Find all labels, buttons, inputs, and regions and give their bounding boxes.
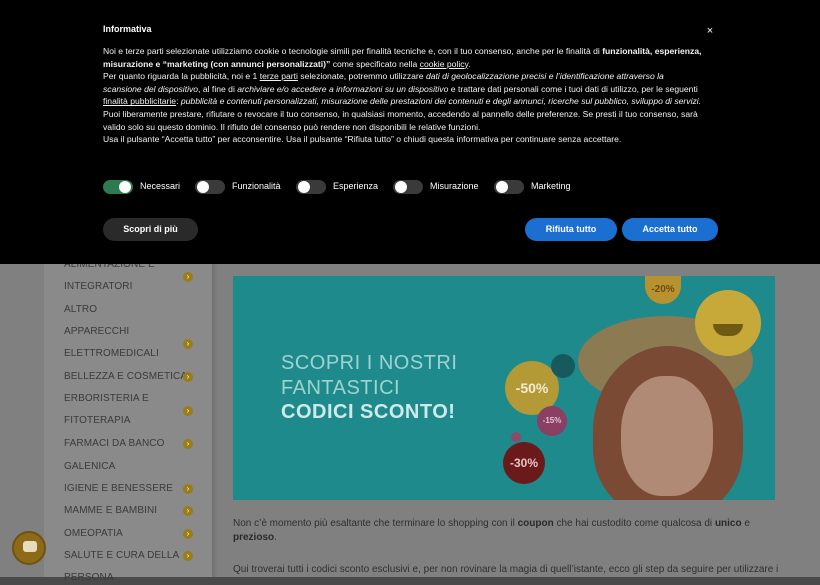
discount-15-badge: -15% — [537, 406, 567, 436]
banner-line-1: SCOPRI I NOSTRI — [281, 352, 458, 374]
toggle-knob — [298, 181, 310, 193]
sidebar-item-mamme[interactable]: MAMME E BAMBINI — [64, 504, 157, 518]
category-sidebar: ALIMENTAZIONE E INTEGRATORI › ALTRO APPA… — [44, 250, 212, 583]
promo-banner[interactable]: SCOPRI I NOSTRI FANTASTICI CODICI SCONTO… — [233, 276, 775, 500]
article-paragraph-2: Qui troverai tutti i codici sconto esclu… — [233, 564, 778, 575]
cookie-text: Noi e terze parti selezionate utilizziam… — [103, 45, 703, 146]
bubble-decor — [511, 432, 521, 442]
arrow-right-icon[interactable]: › — [183, 272, 193, 282]
toggle-label: Necessari — [140, 181, 181, 191]
close-icon[interactable]: × — [703, 24, 717, 38]
arrow-right-icon[interactable]: › — [183, 551, 193, 561]
discount-20-badge: -20% — [645, 276, 681, 304]
sidebar-item-apparecchi[interactable]: APPARECCHI — [64, 325, 129, 339]
arrow-right-icon[interactable]: › — [183, 439, 193, 449]
sidebar-item-galenica[interactable]: GALENICA — [64, 460, 115, 474]
arrow-right-icon[interactable]: › — [183, 506, 193, 516]
cookie-paragraph-1: Noi e terze parti selezionate utilizziam… — [103, 46, 702, 69]
cookie-policy-link[interactable]: cookie policy — [420, 59, 469, 69]
cookie-paragraph-3: Puoi liberamente prestare, rifiutare o r… — [103, 108, 698, 132]
arrow-right-icon[interactable]: › — [183, 529, 193, 539]
toggle-knob — [197, 181, 209, 193]
toggle-label: Esperienza — [333, 181, 379, 191]
accept-all-button[interactable]: Accetta tutto — [622, 218, 718, 241]
chat-button[interactable] — [12, 531, 46, 565]
discount-30-badge: -30% — [503, 442, 545, 484]
cookie-paragraph-4: Usa il pulsante “Accetta tutto” per acco… — [103, 134, 622, 145]
arrow-right-icon[interactable]: › — [183, 372, 193, 382]
chat-icon — [23, 541, 37, 552]
bubble-decor — [551, 354, 575, 378]
sidebar-item-salute[interactable]: SALUTE E CURA DELLA — [64, 549, 179, 563]
article-paragraph-1: Non c’è momento più esaltante che termin… — [233, 518, 750, 543]
banner-line-2: FANTASTICI — [281, 377, 401, 399]
cookie-consent-banner: Informativa × Noi e terze parti selezion… — [0, 0, 820, 264]
toggle-label: Marketing — [531, 181, 571, 191]
sidebar-item-integratori[interactable]: INTEGRATORI — [64, 280, 133, 294]
sidebar-item-persona[interactable]: PERSONA — [64, 571, 114, 585]
toggle-knob — [395, 181, 407, 193]
sidebar-item-igiene[interactable]: IGIENE E BENESSERE — [64, 482, 173, 496]
toggle-knob — [119, 181, 131, 193]
sidebar-item-erboristeria[interactable]: ERBORISTERIA E — [64, 392, 149, 406]
reject-all-button[interactable]: Rifiuta tutto — [525, 218, 617, 241]
sidebar-item-bellezza[interactable]: BELLEZZA E COSMETICA — [64, 370, 187, 384]
arrow-right-icon[interactable]: › — [183, 339, 193, 349]
advertising-purposes-link[interactable]: finalità pubblicitarie — [103, 96, 176, 106]
cookie-title: Informativa — [103, 24, 152, 34]
sidebar-item-omeopatia[interactable]: OMEOPATIA — [64, 527, 123, 541]
face-shape — [621, 376, 713, 496]
learn-more-button[interactable]: Scopri di più — [103, 218, 198, 241]
sidebar-item-elettromedicali[interactable]: ELETTROMEDICALI — [64, 347, 159, 361]
cookie-paragraph-2: Per quanto riguarda la pubblicità, noi e… — [103, 71, 702, 107]
banner-line-3: CODICI SCONTO! — [281, 401, 456, 423]
sidebar-item-fitoterapia[interactable]: FITOTERAPIA — [64, 414, 130, 428]
arrow-right-icon[interactable]: › — [183, 406, 193, 416]
sidebar-shadow — [212, 250, 218, 577]
smiley-icon — [695, 290, 761, 356]
sidebar-item-farmaci[interactable]: FARMACI DA BANCO — [64, 437, 165, 451]
toggle-label: Misurazione — [430, 181, 479, 191]
third-parties-link[interactable]: terze parti — [260, 71, 298, 81]
toggle-label: Funzionalità — [232, 181, 281, 191]
toggle-knob — [496, 181, 508, 193]
arrow-right-icon[interactable]: › — [183, 484, 193, 494]
sidebar-item-altro[interactable]: ALTRO — [64, 303, 97, 317]
